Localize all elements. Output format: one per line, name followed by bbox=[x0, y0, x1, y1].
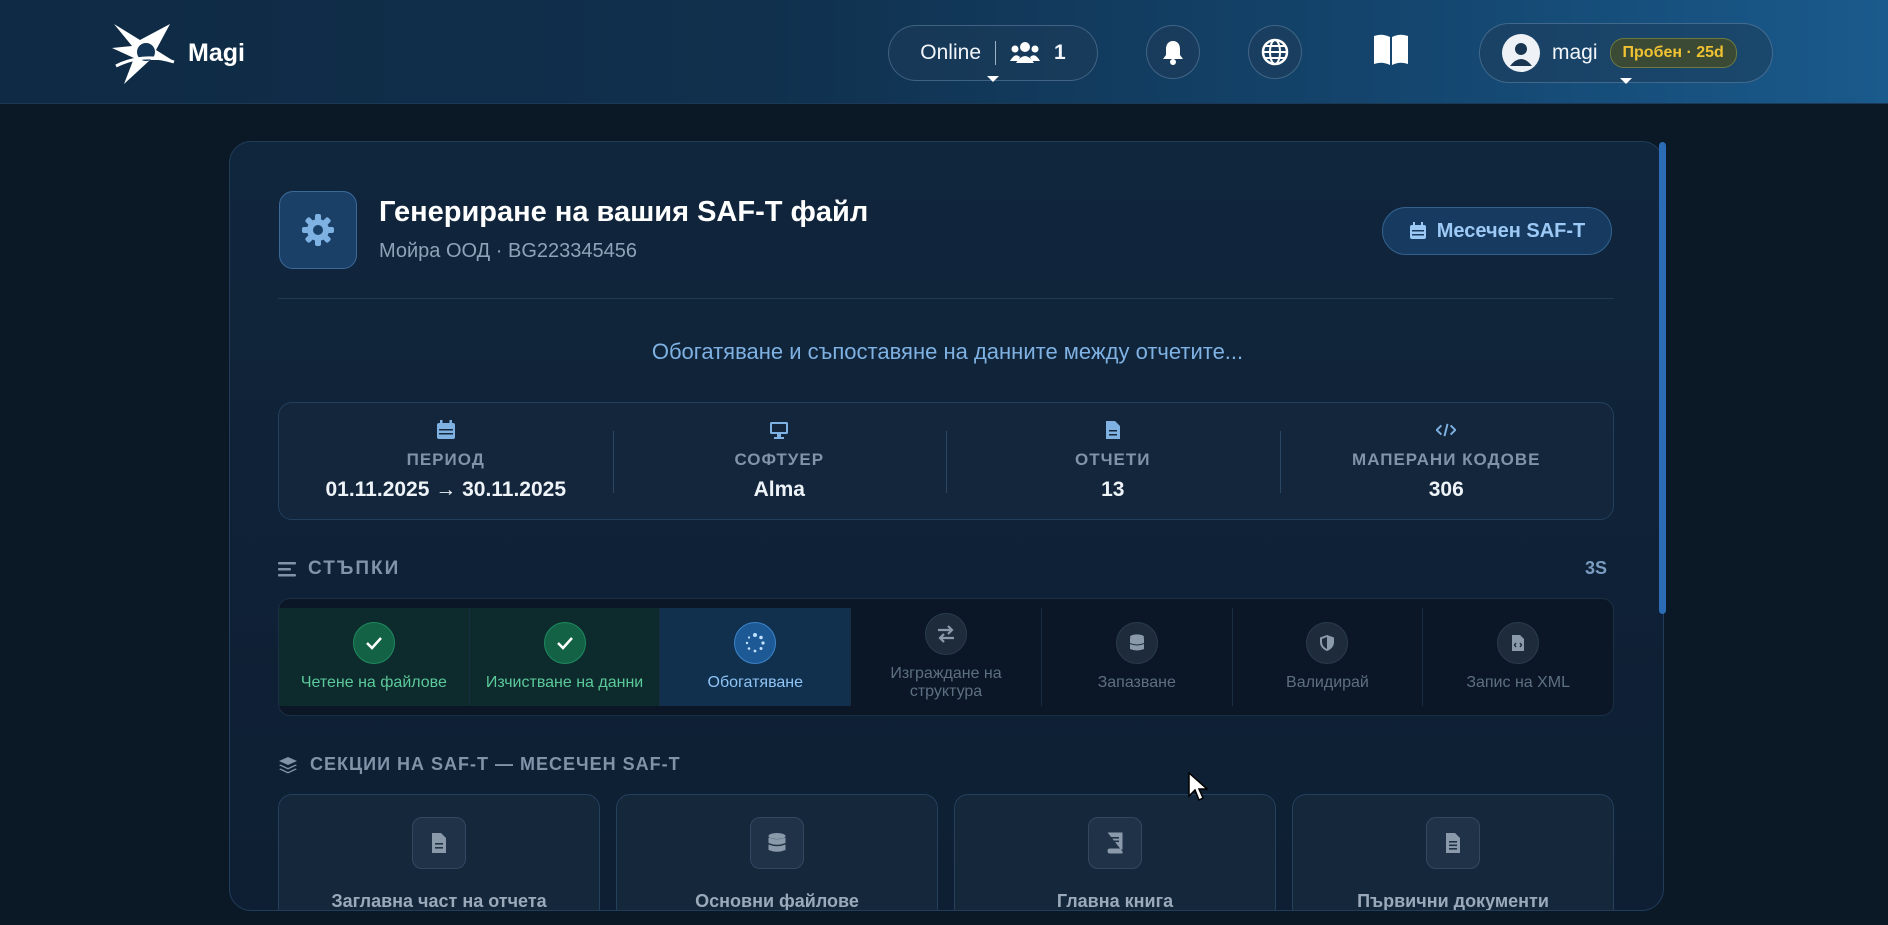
stat-mapped-codes: МАПЕРАНИ КОДОВЕ 306 bbox=[1279, 403, 1614, 519]
user-icon bbox=[1510, 43, 1532, 66]
status-message: Обогатяване и съпоставяне на данните меж… bbox=[651, 339, 1244, 364]
list-icon bbox=[278, 562, 296, 577]
file-code-icon bbox=[1497, 622, 1540, 664]
file-lines-icon bbox=[1426, 817, 1480, 869]
calendar-icon bbox=[1409, 222, 1426, 239]
separator bbox=[995, 41, 996, 65]
section-label: Главна книга bbox=[1056, 891, 1174, 911]
stat-period: ПЕРИОД 01.11.2025 → 30.11.2025 bbox=[279, 403, 613, 519]
language-button[interactable] bbox=[1248, 25, 1302, 79]
saft-type-label: Месечен SAF-T bbox=[1436, 219, 1586, 242]
book-open-icon[interactable] bbox=[1372, 32, 1410, 68]
divider bbox=[278, 298, 1614, 299]
exchange-icon bbox=[925, 613, 968, 655]
sections-header: СЕКЦИИ НА SAF-T — МЕСЕЧЕН SAF-T bbox=[278, 754, 681, 775]
online-users-button[interactable]: Online 1 bbox=[888, 25, 1098, 82]
step-enrich: Обогатяване bbox=[660, 608, 852, 706]
stat-software: СОФТУЕР Alma bbox=[612, 403, 947, 519]
username: magi bbox=[1552, 41, 1598, 64]
stat-label: СОФТУЕР bbox=[734, 450, 825, 469]
stat-reports: ОТЧЕТИ 13 bbox=[946, 403, 1280, 519]
section-header-part[interactable]: Заглавна част на отчета bbox=[278, 794, 600, 911]
online-label: Online bbox=[920, 41, 981, 64]
online-count: 1 bbox=[1054, 41, 1066, 64]
step-label: Изчистване на данни bbox=[485, 674, 644, 691]
top-bar: Magi Online 1 magi Пробен · 25d bbox=[0, 0, 1888, 104]
section-label: Заглавна част на отчета bbox=[331, 891, 547, 911]
trial-badge: Пробен · 25d bbox=[1609, 38, 1737, 68]
section-label: Основни файлове bbox=[695, 891, 859, 911]
check-icon bbox=[543, 622, 586, 664]
step-label: Четене на файлове bbox=[300, 674, 447, 691]
database-icon bbox=[1115, 622, 1158, 664]
saft-type-button[interactable]: Месечен SAF-T bbox=[1382, 207, 1612, 255]
section-general-ledger[interactable]: Главна книга bbox=[954, 794, 1276, 911]
step-write-xml: Запис на XML bbox=[1423, 608, 1613, 706]
section-master-files[interactable]: Основни файлове bbox=[616, 794, 938, 911]
section-source-documents[interactable]: Първични документи bbox=[1292, 794, 1614, 911]
database-icon bbox=[750, 817, 804, 869]
step-validate: Валидирай bbox=[1233, 608, 1424, 706]
settings-badge bbox=[279, 191, 357, 269]
check-icon bbox=[352, 622, 395, 664]
step-label: Изграждане на структура bbox=[890, 665, 1002, 700]
elapsed-time: 3S bbox=[1585, 558, 1608, 578]
step-label: Запазване bbox=[1097, 674, 1176, 691]
progress-steps: Четене на файлове Изчистване на данни Об… bbox=[278, 598, 1614, 716]
stat-value: Alma bbox=[753, 478, 805, 501]
app-name: Magi bbox=[188, 38, 245, 67]
steps-title: СТЪПКИ bbox=[308, 558, 401, 579]
company-info: Мойра ООД · BG223345456 bbox=[379, 240, 637, 262]
step-label: Обогатяване bbox=[707, 674, 804, 691]
stat-value: 13 bbox=[1101, 478, 1125, 501]
gear-icon bbox=[302, 214, 334, 246]
shield-icon bbox=[1306, 622, 1349, 664]
step-label: Запис на XML bbox=[1466, 674, 1571, 691]
globe-icon bbox=[1261, 38, 1289, 66]
steps-header: СТЪПКИ bbox=[278, 558, 400, 580]
notifications-button[interactable] bbox=[1146, 25, 1200, 79]
bell-icon bbox=[1163, 41, 1183, 65]
logo[interactable]: Magi bbox=[110, 22, 245, 84]
file-icon bbox=[412, 817, 466, 869]
magi-logo-icon bbox=[112, 24, 175, 84]
layers-icon bbox=[279, 756, 297, 773]
stat-label: МАПЕРАНИ КОДОВЕ bbox=[1352, 450, 1541, 469]
sections-title: СЕКЦИИ НА SAF-T — МЕСЕЧЕН SAF-T bbox=[310, 754, 681, 774]
page-title: Генериране на вашия SAF-T файл bbox=[379, 196, 869, 228]
stat-label: ПЕРИОД bbox=[406, 450, 485, 469]
monitor-icon bbox=[770, 422, 789, 439]
step-save: Запазване bbox=[1042, 608, 1233, 706]
code-icon bbox=[1436, 423, 1457, 437]
chevron-down-icon bbox=[987, 76, 999, 82]
saft-generation-card: Генериране на вашия SAF-T файл Мойра ООД… bbox=[229, 141, 1664, 911]
scrollbar[interactable] bbox=[1659, 142, 1666, 614]
step-clean-data: Изчистване на данни bbox=[469, 608, 661, 706]
document-icon bbox=[1105, 421, 1120, 439]
avatar bbox=[1502, 34, 1540, 72]
step-build-structure: Изграждане на структура bbox=[851, 608, 1042, 706]
mouse-cursor-icon bbox=[1188, 772, 1208, 802]
summary-stats: ПЕРИОД 01.11.2025 → 30.11.2025 СОФТУЕР A… bbox=[278, 402, 1614, 520]
book-icon bbox=[1088, 817, 1142, 869]
user-menu-button[interactable]: magi Пробен · 25d bbox=[1479, 23, 1773, 84]
users-icon bbox=[1010, 42, 1040, 63]
step-read-files: Четене на файлове bbox=[279, 608, 470, 706]
calendar-icon bbox=[436, 420, 455, 439]
saft-sections: Заглавна част на отчета Основни файлове bbox=[278, 794, 1614, 911]
stat-label: ОТЧЕТИ bbox=[1075, 450, 1151, 469]
stat-value: 01.11.2025 → 30.11.2025 bbox=[325, 478, 567, 501]
section-label: Първични документи bbox=[1357, 891, 1549, 911]
stat-value: 306 bbox=[1428, 478, 1464, 501]
chevron-down-icon bbox=[1620, 78, 1632, 84]
spinner-icon bbox=[734, 622, 777, 664]
step-label: Валидирай bbox=[1286, 674, 1369, 691]
